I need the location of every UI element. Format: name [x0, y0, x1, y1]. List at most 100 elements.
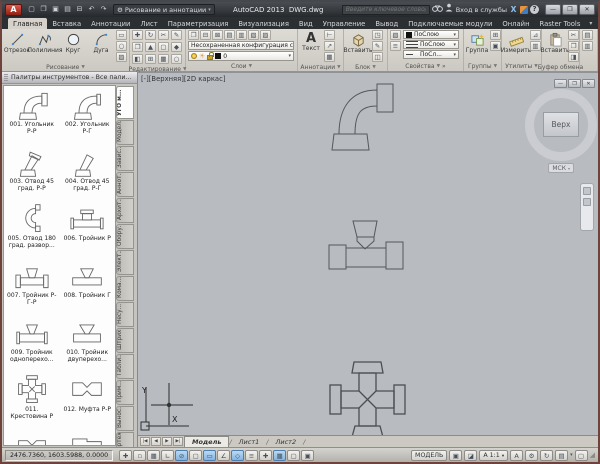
circle-tool[interactable]: Круг	[60, 30, 86, 54]
properties-list-icon[interactable]: ≡	[390, 41, 401, 51]
exchange-apps-icon[interactable]	[520, 6, 528, 14]
tab-vstavka[interactable]: Вставка	[47, 18, 86, 29]
polyline-tool[interactable]: Полилиния	[32, 30, 58, 54]
stretch-tool-icon[interactable]: ◧	[132, 54, 143, 64]
insert-block-button[interactable]: Вставить	[346, 30, 370, 54]
cut-icon[interactable]: ✂	[568, 30, 579, 40]
palette-item-bend180[interactable]: 005. Отвод 180 град. развор...	[4, 202, 60, 259]
signin-link[interactable]: Вход в службы	[456, 6, 507, 14]
osnap-toggle[interactable]: ▢	[189, 450, 202, 461]
arc-tool[interactable]: Дуга	[88, 30, 114, 54]
layer-dropdown[interactable]: ☀ 0 ▾	[188, 51, 294, 61]
palette-item-bend45-pp[interactable]: 003. Отвод 45 град. Р-Р	[4, 145, 60, 202]
mirror-tool-icon[interactable]: ▲	[145, 42, 156, 52]
hatch-tool-icon[interactable]: ▨	[116, 52, 127, 62]
block-attributes-icon[interactable]: ◫	[372, 52, 383, 62]
last-layout-button[interactable]: ▶|	[173, 437, 183, 446]
paste-special-icon[interactable]: ◨	[568, 52, 579, 62]
dyninput-toggle[interactable]: ≡	[245, 450, 258, 461]
palette-item-coupling2[interactable]	[4, 430, 60, 446]
tab-vizualizaciya[interactable]: Визуализация	[233, 18, 294, 29]
clean-screen-button[interactable]: ▢	[575, 450, 588, 461]
otrack-toggle[interactable]: ∠	[217, 450, 230, 461]
tab-model[interactable]: Модель	[184, 436, 229, 447]
quick-view-layouts-icon[interactable]: ▣	[449, 450, 462, 461]
quick-view-drawings-icon[interactable]: ◪	[464, 450, 477, 461]
tab-online[interactable]: Онлайн	[497, 18, 534, 29]
panel-label-annotation[interactable]: Аннотации▼	[298, 63, 343, 71]
tab-vid[interactable]: Вид	[294, 18, 318, 29]
panel-expander[interactable]: »	[442, 63, 446, 70]
palette-item-reducer[interactable]	[60, 430, 116, 446]
ungroup-icon[interactable]: ⊞	[490, 30, 501, 40]
grid-toggle[interactable]: ▦	[147, 450, 160, 461]
plot-icon[interactable]: ⊟	[74, 4, 85, 15]
scale-tool-icon[interactable]: ⊞	[145, 54, 156, 64]
panel-label-utilities[interactable]: Утилиты▼	[502, 62, 541, 71]
palette-tab-electrical[interactable]: Элект...	[116, 250, 134, 275]
layer-prev-icon[interactable]: ▨	[260, 30, 271, 40]
panel-label-clipboard[interactable]: Буфер обмена	[542, 63, 579, 71]
layer-match-icon[interactable]: ▧	[248, 30, 259, 40]
create-block-icon[interactable]: ◳	[372, 30, 383, 40]
erase-tool-icon[interactable]: ✎	[171, 30, 182, 40]
selection-cycling-toggle[interactable]: ▣	[301, 450, 314, 461]
workspace-switch-icon[interactable]: ⚙	[525, 450, 538, 461]
layer-state-dropdown[interactable]: Несохраненная конфигурация сло▾	[188, 41, 294, 50]
drawing-canvas[interactable]: [-][Верхняя][2D каркас] — ❐ ✕ Верх МСК▾	[138, 72, 598, 435]
resize-grip-icon[interactable]: ◢	[590, 451, 595, 459]
tab-annotacii[interactable]: Аннотации	[86, 18, 135, 29]
overflow-tool-icon2[interactable]: ▥	[582, 41, 593, 51]
tab-vyvod[interactable]: Вывод	[370, 18, 403, 29]
next-layout-button[interactable]: ▶	[162, 437, 172, 446]
offset-tool-icon[interactable]: ○	[171, 54, 182, 64]
status-tray-arrow-icon[interactable]: ▾	[570, 452, 573, 458]
palette-item-tee-p[interactable]: 006. Тройник Р	[60, 202, 116, 259]
palette-tab-ugo[interactable]: УГО м...	[116, 86, 134, 119]
palette-grip-icon[interactable]	[4, 74, 8, 82]
annotation-scale-button[interactable]: А 1:1 ▾	[479, 450, 508, 461]
palette-tab-architectural[interactable]: Архит...	[116, 198, 134, 223]
overflow-tool-icon[interactable]: ▤	[582, 30, 593, 40]
palette-item-tee-reducing2[interactable]: 010. Тройник двуперехо...	[60, 316, 116, 373]
tab-raster-tools[interactable]: Raster Tools	[535, 18, 586, 29]
toolbar-unlock-icon[interactable]: ▤	[555, 450, 568, 461]
polar-toggle[interactable]: ⊘	[175, 450, 188, 461]
ellipse-tool-icon[interactable]: ○	[116, 41, 127, 51]
new-file-icon[interactable]: ▢	[26, 4, 37, 15]
prev-layout-button[interactable]: ◀	[151, 437, 161, 446]
tab-list1[interactable]: Лист1	[232, 437, 267, 447]
palette-tab-mechanical[interactable]: Обору...	[116, 224, 134, 249]
snap-toggle[interactable]: ▫	[133, 450, 146, 461]
quickprops-toggle[interactable]: ▢	[287, 450, 300, 461]
palette-tab-constraints[interactable]: Завис...	[116, 146, 134, 171]
tab-moduli[interactable]: Подключаемые модули	[403, 18, 497, 29]
palette-item-cross[interactable]: 011. Крестовина Р	[4, 373, 60, 430]
first-layout-button[interactable]: |◀	[140, 437, 150, 446]
close-button[interactable]: ✕	[579, 4, 595, 15]
binoculars-icon[interactable]	[432, 4, 443, 16]
palette-tab-hatches[interactable]: Штрих...	[116, 328, 134, 353]
palette-tab-draw[interactable]: Чертеж	[116, 432, 134, 447]
text-tool[interactable]: А Текст	[300, 30, 322, 52]
palette-item-elbow-pp[interactable]: 001. Угольник Р-Р	[4, 88, 60, 145]
lineweight-toggle[interactable]: ✚	[259, 450, 272, 461]
match-properties-icon[interactable]: ▧	[390, 30, 401, 40]
ortho-toggle[interactable]: ∟	[161, 450, 174, 461]
explode-tool-icon[interactable]: ◆	[171, 42, 182, 52]
palette-tab-samples[interactable]: Прим...	[116, 380, 134, 405]
palette-tab-leaders[interactable]: Вынос...	[116, 406, 134, 431]
measure-button[interactable]: Измерить	[504, 30, 528, 54]
linetype-dropdown[interactable]: ПоСл...▾	[403, 50, 459, 59]
move-tool-icon[interactable]: ✚	[132, 30, 143, 40]
annotation-visibility-icon[interactable]: А	[510, 450, 523, 461]
annotation-autoscale-icon[interactable]: ↻	[540, 450, 553, 461]
tab-list2[interactable]: Лист2	[268, 437, 303, 447]
palette-item-bend45-pg[interactable]: 004. Отвод 45 град. Р-Г	[60, 145, 116, 202]
fillet-tool-icon[interactable]: ▢	[158, 42, 169, 52]
line-tool[interactable]: Отрезок	[4, 30, 30, 54]
palette-tab-annotation[interactable]: Аннот...	[116, 172, 134, 197]
palette-tab-commands[interactable]: Кома...	[116, 276, 134, 301]
layer-lock-icon[interactable]: ▥	[236, 30, 247, 40]
tab-parametrizaciya[interactable]: Параметризация	[163, 18, 234, 29]
